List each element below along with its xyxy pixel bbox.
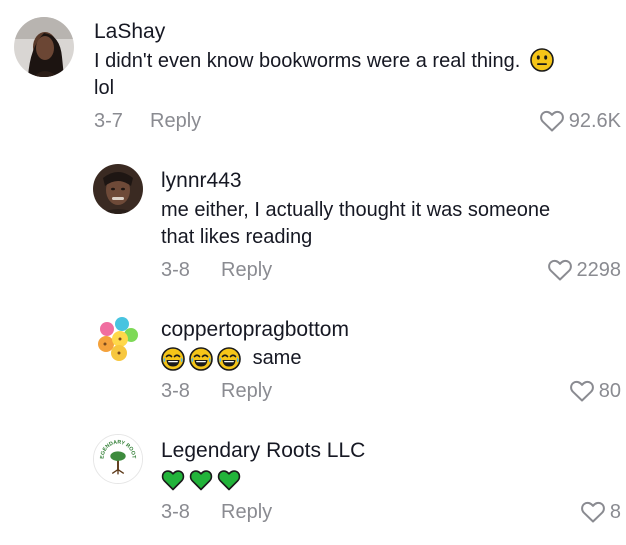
- green-heart-icon: [189, 468, 213, 492]
- comment-text: same: [161, 345, 621, 372]
- like-count: 2298: [576, 259, 622, 281]
- comment-text-line: me either, I actually thought it was som…: [161, 199, 551, 221]
- avatar[interactable]: [93, 164, 143, 214]
- comment-text: I didn't even know bookworms were a real…: [94, 47, 619, 102]
- like-count: 8: [609, 501, 621, 523]
- comment-date: 3-8: [161, 380, 190, 402]
- emoji-group: [161, 346, 241, 371]
- reply-button[interactable]: Reply: [221, 499, 272, 525]
- green-heart-icon: [217, 468, 241, 492]
- comment-text-line: same: [252, 347, 302, 369]
- heart-outline-icon: [569, 380, 594, 402]
- heart-outline-icon: [539, 110, 564, 132]
- avatar[interactable]: [93, 313, 143, 363]
- like-count: 92.6K: [568, 110, 621, 132]
- avatar[interactable]: [14, 17, 74, 77]
- green-heart-icon: [161, 468, 185, 492]
- comment-username[interactable]: lynnr443: [161, 168, 242, 194]
- neutral-face-icon: [530, 47, 554, 72]
- comment-username[interactable]: coppertopragbottom: [161, 317, 349, 343]
- heart-outline-icon: [580, 501, 605, 523]
- reply-button[interactable]: Reply: [150, 108, 201, 134]
- like-button[interactable]: 92.6K: [539, 108, 621, 134]
- tears-of-joy-icon: [217, 346, 241, 371]
- comment-username[interactable]: LaShay: [94, 19, 165, 45]
- like-button[interactable]: 2298: [547, 257, 622, 283]
- comment-text: [161, 466, 621, 493]
- like-button[interactable]: 80: [569, 378, 621, 404]
- avatar[interactable]: LEGENDARY ROOTS: [93, 434, 143, 484]
- like-count: 80: [598, 380, 621, 402]
- like-button[interactable]: 8: [580, 499, 621, 525]
- comment-username[interactable]: Legendary Roots LLC: [161, 438, 365, 464]
- comment-date: 3-8: [161, 259, 190, 281]
- emoji-group: [161, 468, 241, 492]
- comment-text-line: lol: [94, 77, 115, 99]
- comment-date: 3-8: [161, 501, 190, 523]
- comment-text: me either, I actually thought it was som…: [161, 197, 621, 251]
- heart-outline-icon: [547, 259, 572, 281]
- reply-button[interactable]: Reply: [221, 257, 272, 283]
- reply-button[interactable]: Reply: [221, 378, 272, 404]
- comment-text-line: I didn't even know bookworms were a real…: [94, 50, 521, 72]
- comment-date: 3-7: [94, 110, 123, 132]
- comment-text-line: that likes reading: [161, 226, 313, 248]
- tears-of-joy-icon: [161, 346, 185, 371]
- tears-of-joy-icon: [189, 346, 213, 371]
